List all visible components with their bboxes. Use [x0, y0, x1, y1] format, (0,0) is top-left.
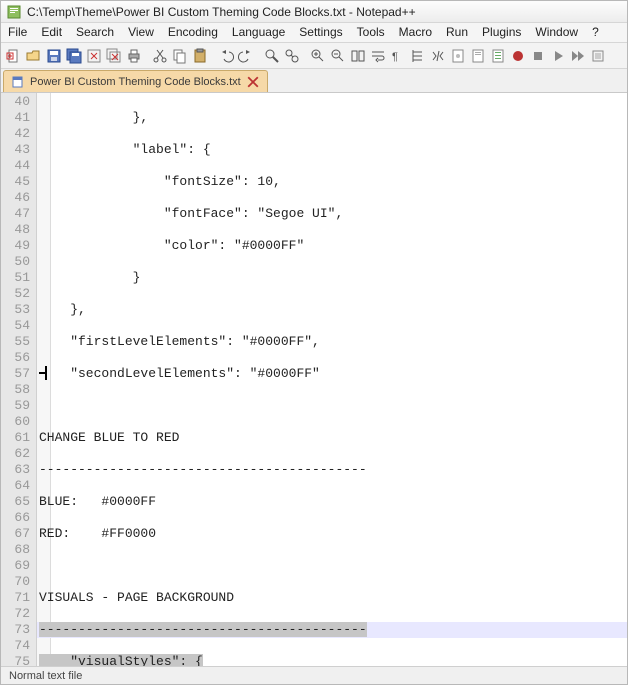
menu-settings[interactable]: Settings — [292, 23, 349, 42]
code-line[interactable]: "secondLevelElements": "#0000FF" — [37, 366, 627, 382]
selection: ----------------------------------------… — [39, 622, 367, 637]
code-line[interactable]: } — [37, 270, 627, 286]
close-all-icon[interactable] — [105, 47, 123, 65]
menu-macro[interactable]: Macro — [392, 23, 439, 42]
menu-file[interactable]: File — [1, 23, 34, 42]
tab-label: Power BI Custom Theming Code Blocks.txt — [30, 76, 241, 88]
folder-doc-icon[interactable] — [449, 47, 467, 65]
code-line[interactable]: BLUE: #0000FF — [37, 494, 627, 510]
open-file-icon[interactable] — [25, 47, 43, 65]
menu-view[interactable]: View — [121, 23, 161, 42]
menu-language[interactable]: Language — [225, 23, 292, 42]
code-line[interactable]: "firstLevelElements": "#0000FF", — [37, 334, 627, 350]
show-all-chars-icon[interactable]: ¶ — [389, 47, 407, 65]
code-line[interactable] — [37, 558, 627, 574]
code-line[interactable]: "color": "#0000FF" — [37, 238, 627, 254]
code-line[interactable]: VISUALS - PAGE BACKGROUND — [37, 590, 627, 606]
editor[interactable]: 4041424344454647484950515253545556575859… — [1, 93, 627, 666]
menu-window[interactable]: Window — [528, 23, 585, 42]
line-number-gutter: 4041424344454647484950515253545556575859… — [1, 93, 37, 666]
code-line[interactable]: "label": { — [37, 142, 627, 158]
code-line[interactable] — [37, 398, 627, 414]
code-area[interactable]: }, "label": { "fontSize": 10, "fontFace"… — [37, 93, 627, 666]
close-file-icon[interactable] — [85, 47, 103, 65]
undo-icon[interactable] — [217, 47, 235, 65]
status-filetype: Normal text file — [9, 670, 82, 682]
menu-tools[interactable]: Tools — [350, 23, 392, 42]
titlebar: C:\Temp\Theme\Power BI Custom Theming Co… — [1, 1, 627, 23]
menu-help[interactable]: ? — [585, 23, 606, 42]
code-line[interactable]: ----------------------------------------… — [37, 622, 627, 638]
stop-macro-icon[interactable] — [529, 47, 547, 65]
wordwrap-icon[interactable] — [369, 47, 387, 65]
print-icon[interactable] — [125, 47, 143, 65]
play-macro-icon[interactable] — [549, 47, 567, 65]
window-title: C:\Temp\Theme\Power BI Custom Theming Co… — [27, 5, 416, 19]
code-line[interactable]: "fontSize": 10, — [37, 174, 627, 190]
play-multi-icon[interactable] — [569, 47, 587, 65]
cut-icon[interactable] — [151, 47, 169, 65]
menu-search[interactable]: Search — [69, 23, 121, 42]
toolbar: ¶ — [1, 43, 627, 69]
code-line[interactable]: }, — [37, 110, 627, 126]
save-icon[interactable] — [45, 47, 63, 65]
language-format-icon[interactable] — [429, 47, 447, 65]
zoom-in-icon[interactable] — [309, 47, 327, 65]
tab-close-icon[interactable] — [247, 76, 259, 88]
code-line[interactable]: ----------------------------------------… — [37, 462, 627, 478]
zoom-out-icon[interactable] — [329, 47, 347, 65]
menu-edit[interactable]: Edit — [34, 23, 69, 42]
find-icon[interactable] — [263, 47, 281, 65]
tab-file[interactable]: Power BI Custom Theming Code Blocks.txt — [3, 70, 268, 92]
redo-icon[interactable] — [237, 47, 255, 65]
app-icon — [7, 4, 23, 20]
indent-guides-icon[interactable] — [409, 47, 427, 65]
sync-scroll-icon[interactable] — [349, 47, 367, 65]
file-icon — [12, 76, 24, 88]
record-macro-icon[interactable] — [509, 47, 527, 65]
copy-icon[interactable] — [171, 47, 189, 65]
menu-encoding[interactable]: Encoding — [161, 23, 225, 42]
save-all-icon[interactable] — [65, 47, 83, 65]
new-file-icon[interactable] — [5, 47, 23, 65]
code-line[interactable]: "visualStyles": { — [37, 654, 627, 666]
doc-map-icon[interactable] — [469, 47, 487, 65]
menu-plugins[interactable]: Plugins — [475, 23, 528, 42]
menu-run[interactable]: Run — [439, 23, 475, 42]
code-line[interactable]: "fontFace": "Segoe UI", — [37, 206, 627, 222]
statusbar: Normal text file — [1, 666, 627, 684]
paste-icon[interactable] — [191, 47, 209, 65]
save-macro-icon[interactable] — [589, 47, 607, 65]
code-line[interactable]: }, — [37, 302, 627, 318]
function-list-icon[interactable] — [489, 47, 507, 65]
replace-icon[interactable] — [283, 47, 301, 65]
tabbar: Power BI Custom Theming Code Blocks.txt — [1, 69, 627, 93]
app-window: C:\Temp\Theme\Power BI Custom Theming Co… — [0, 0, 628, 685]
selection: "visualStyles": { — [39, 654, 203, 666]
menubar: File Edit Search View Encoding Language … — [1, 23, 627, 43]
code-line[interactable]: RED: #FF0000 — [37, 526, 627, 542]
code-line[interactable]: CHANGE BLUE TO RED — [37, 430, 627, 446]
svg-text:¶: ¶ — [392, 51, 398, 63]
